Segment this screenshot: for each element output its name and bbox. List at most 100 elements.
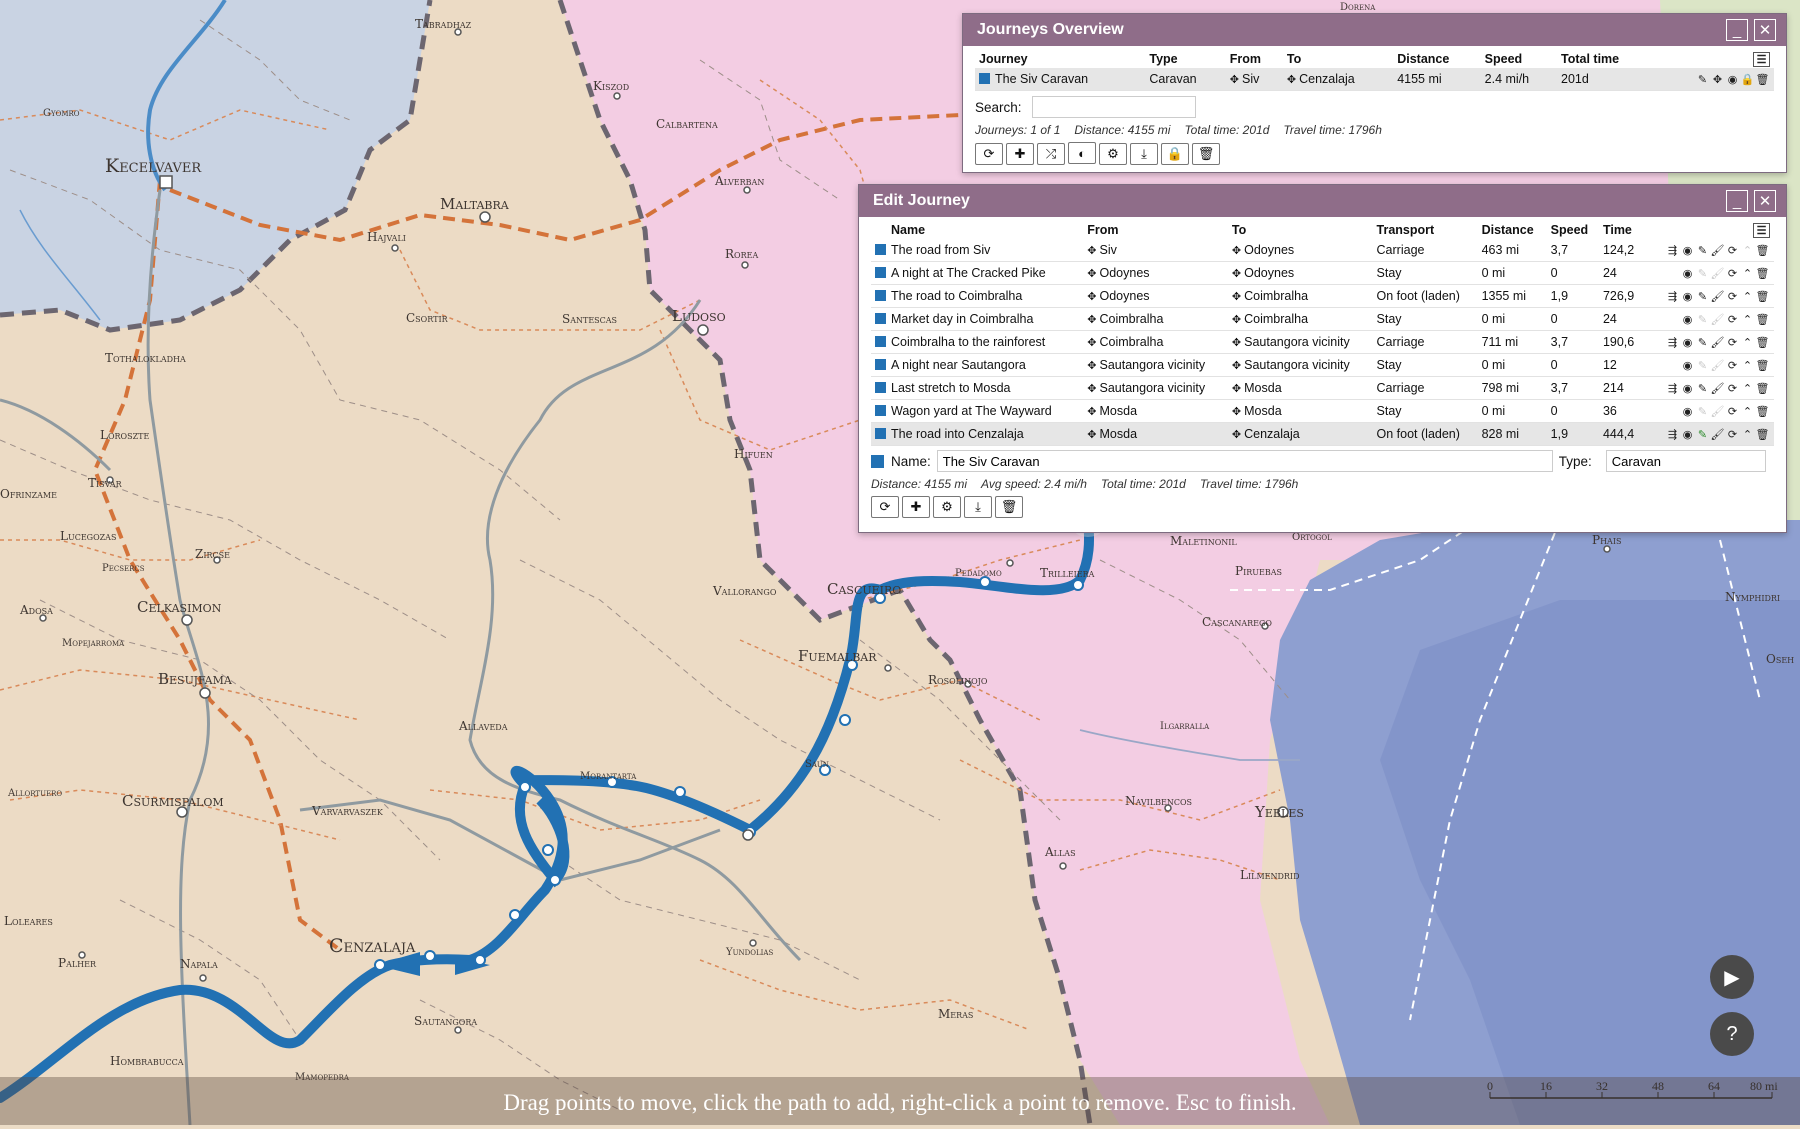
- table-row[interactable]: Market day in Coimbralha ✥ Coimbralha ✥ Coim…: [871, 307, 1774, 331]
- trash-icon[interactable]: 🗑: [1755, 428, 1770, 441]
- col-type[interactable]: Type: [1145, 50, 1225, 68]
- brush-icon[interactable]: 🖌: [1710, 336, 1725, 349]
- contrast-button[interactable]: ◐: [1068, 142, 1096, 164]
- move-up-icon[interactable]: ⌃: [1740, 290, 1755, 303]
- close-button[interactable]: ✕: [1754, 190, 1776, 212]
- columns-settings-icon[interactable]: ☰: [1753, 51, 1770, 67]
- color-swatch[interactable]: [875, 382, 886, 393]
- delete-button[interactable]: 🗑: [1192, 142, 1220, 165]
- reverse-icon[interactable]: ⟳: [1725, 428, 1740, 441]
- color-swatch[interactable]: [875, 290, 886, 301]
- col-speed[interactable]: Speed: [1481, 50, 1557, 68]
- settings-button[interactable]: ⚙: [1099, 142, 1127, 165]
- table-row[interactable]: Wagon yard at The Wayward ✥ Mosda ✥ Mosda Sta…: [871, 399, 1774, 423]
- minimize-button[interactable]: _: [1726, 19, 1748, 41]
- reverse-icon[interactable]: ⟳: [1725, 267, 1740, 280]
- trash-icon[interactable]: 🗑: [1755, 73, 1770, 86]
- col-transport[interactable]: Transport: [1373, 221, 1478, 239]
- play-button[interactable]: ▶: [1710, 955, 1754, 999]
- table-row[interactable]: A night at The Cracked Pike ✥ Odoynes ✥ Odoy…: [871, 261, 1774, 285]
- reverse-icon[interactable]: ⟳: [1725, 244, 1740, 257]
- eye-icon[interactable]: ◉: [1680, 244, 1695, 257]
- refresh-button[interactable]: ⟳: [871, 496, 899, 518]
- move-up-icon[interactable]: ⌃: [1740, 267, 1755, 280]
- col-to[interactable]: To: [1228, 221, 1373, 239]
- route-icon[interactable]: ⇶: [1665, 428, 1680, 441]
- reverse-icon[interactable]: ⟳: [1725, 405, 1740, 418]
- trash-icon[interactable]: 🗑: [1755, 244, 1770, 257]
- trash-icon[interactable]: 🗑: [1755, 336, 1770, 349]
- edit-path-icon[interactable]: ✎: [1695, 290, 1710, 303]
- color-swatch[interactable]: [871, 454, 884, 468]
- eye-icon[interactable]: ◉: [1680, 359, 1695, 372]
- reverse-icon[interactable]: ⟳: [1725, 313, 1740, 326]
- route-icon[interactable]: ⇶: [1665, 382, 1680, 395]
- trash-icon[interactable]: 🗑: [1755, 267, 1770, 280]
- edit-path-icon[interactable]: ✎: [1695, 244, 1710, 257]
- overview-header[interactable]: Journeys Overview _ ✕: [963, 14, 1786, 46]
- route-icon[interactable]: ⇶: [1665, 336, 1680, 349]
- route-icon[interactable]: ⇶: [1665, 244, 1680, 257]
- eye-icon[interactable]: ◉: [1680, 267, 1695, 280]
- col-name[interactable]: Name: [871, 221, 1083, 239]
- table-row[interactable]: The road to Coimbralha ✥ Odoynes ✥ Coimbralh…: [871, 284, 1774, 308]
- eye-icon[interactable]: ◉: [1680, 428, 1695, 441]
- color-swatch[interactable]: [875, 267, 886, 278]
- col-speed[interactable]: Speed: [1547, 221, 1599, 239]
- color-swatch[interactable]: [875, 359, 886, 370]
- shuffle-button[interactable]: ⤮: [1037, 142, 1065, 165]
- edit-path-icon[interactable]: ✎: [1695, 267, 1710, 280]
- color-swatch[interactable]: [875, 405, 886, 416]
- edit-icon[interactable]: ✎: [1695, 73, 1710, 86]
- refresh-button[interactable]: ⟳: [975, 142, 1003, 165]
- move-up-icon[interactable]: ⌃: [1740, 428, 1755, 441]
- col-distance[interactable]: Distance: [1393, 50, 1480, 68]
- journey-type-field[interactable]: [1605, 450, 1766, 472]
- lock-button[interactable]: 🔒: [1161, 142, 1189, 165]
- brush-icon[interactable]: 🖌: [1710, 359, 1725, 372]
- col-journey[interactable]: Journey: [975, 50, 1145, 68]
- search-input[interactable]: [1031, 96, 1196, 118]
- reverse-icon[interactable]: ⟳: [1725, 336, 1740, 349]
- col-to[interactable]: To: [1283, 50, 1393, 68]
- brush-icon[interactable]: 🖌: [1710, 267, 1725, 280]
- table-row[interactable]: The road into Cenzalaja ✥ Mosda ✥ Cenzalaja O…: [871, 422, 1774, 446]
- move-up-icon[interactable]: ⌃: [1740, 313, 1755, 326]
- trash-icon[interactable]: 🗑: [1755, 359, 1770, 372]
- eye-icon[interactable]: ◉: [1680, 405, 1695, 418]
- add-button[interactable]: ✚: [1006, 142, 1034, 165]
- minimize-button[interactable]: _: [1726, 190, 1748, 212]
- settings-button[interactable]: ⚙: [933, 496, 961, 518]
- brush-icon[interactable]: 🖌: [1710, 428, 1725, 441]
- download-button[interactable]: ⤓: [964, 496, 992, 518]
- table-row[interactable]: Last stretch to Mosda ✥ Sautangora vicinit…: [871, 376, 1774, 400]
- eye-icon[interactable]: ◉: [1680, 336, 1695, 349]
- eye-icon[interactable]: ◉: [1680, 382, 1695, 395]
- add-leg-button[interactable]: ✚: [902, 496, 930, 518]
- brush-icon[interactable]: 🖌: [1710, 382, 1725, 395]
- move-up-icon[interactable]: ⌃: [1740, 244, 1755, 257]
- journey-name-field[interactable]: [936, 450, 1553, 472]
- edit-path-icon[interactable]: ✎: [1695, 382, 1710, 395]
- table-row[interactable]: The road from Siv ✥ Siv ✥ Odoynes Carriage 463…: [871, 239, 1774, 262]
- col-time[interactable]: Time: [1599, 221, 1644, 239]
- reverse-icon[interactable]: ⟳: [1725, 359, 1740, 372]
- reverse-icon[interactable]: ⟳: [1725, 290, 1740, 303]
- move-up-icon[interactable]: ⌃: [1740, 405, 1755, 418]
- table-row[interactable]: A night near Sautangora ✥ Sautangora vicin…: [871, 353, 1774, 377]
- locate-icon[interactable]: ✥: [1710, 73, 1725, 86]
- col-from[interactable]: From: [1226, 50, 1283, 68]
- color-swatch[interactable]: [875, 428, 886, 439]
- color-swatch[interactable]: [875, 336, 886, 347]
- trash-icon[interactable]: 🗑: [1755, 313, 1770, 326]
- color-swatch[interactable]: [979, 73, 990, 84]
- delete-button[interactable]: 🗑: [995, 496, 1023, 518]
- edit-header[interactable]: Edit Journey _ ✕: [859, 185, 1786, 217]
- move-up-icon[interactable]: ⌃: [1740, 336, 1755, 349]
- download-button[interactable]: ⤓: [1130, 142, 1158, 165]
- edit-path-icon[interactable]: ✎: [1695, 359, 1710, 372]
- eye-icon[interactable]: ◉: [1725, 73, 1740, 86]
- edit-path-icon[interactable]: ✎: [1695, 405, 1710, 418]
- edit-path-icon[interactable]: ✎: [1695, 428, 1710, 441]
- route-icon[interactable]: ⇶: [1665, 290, 1680, 303]
